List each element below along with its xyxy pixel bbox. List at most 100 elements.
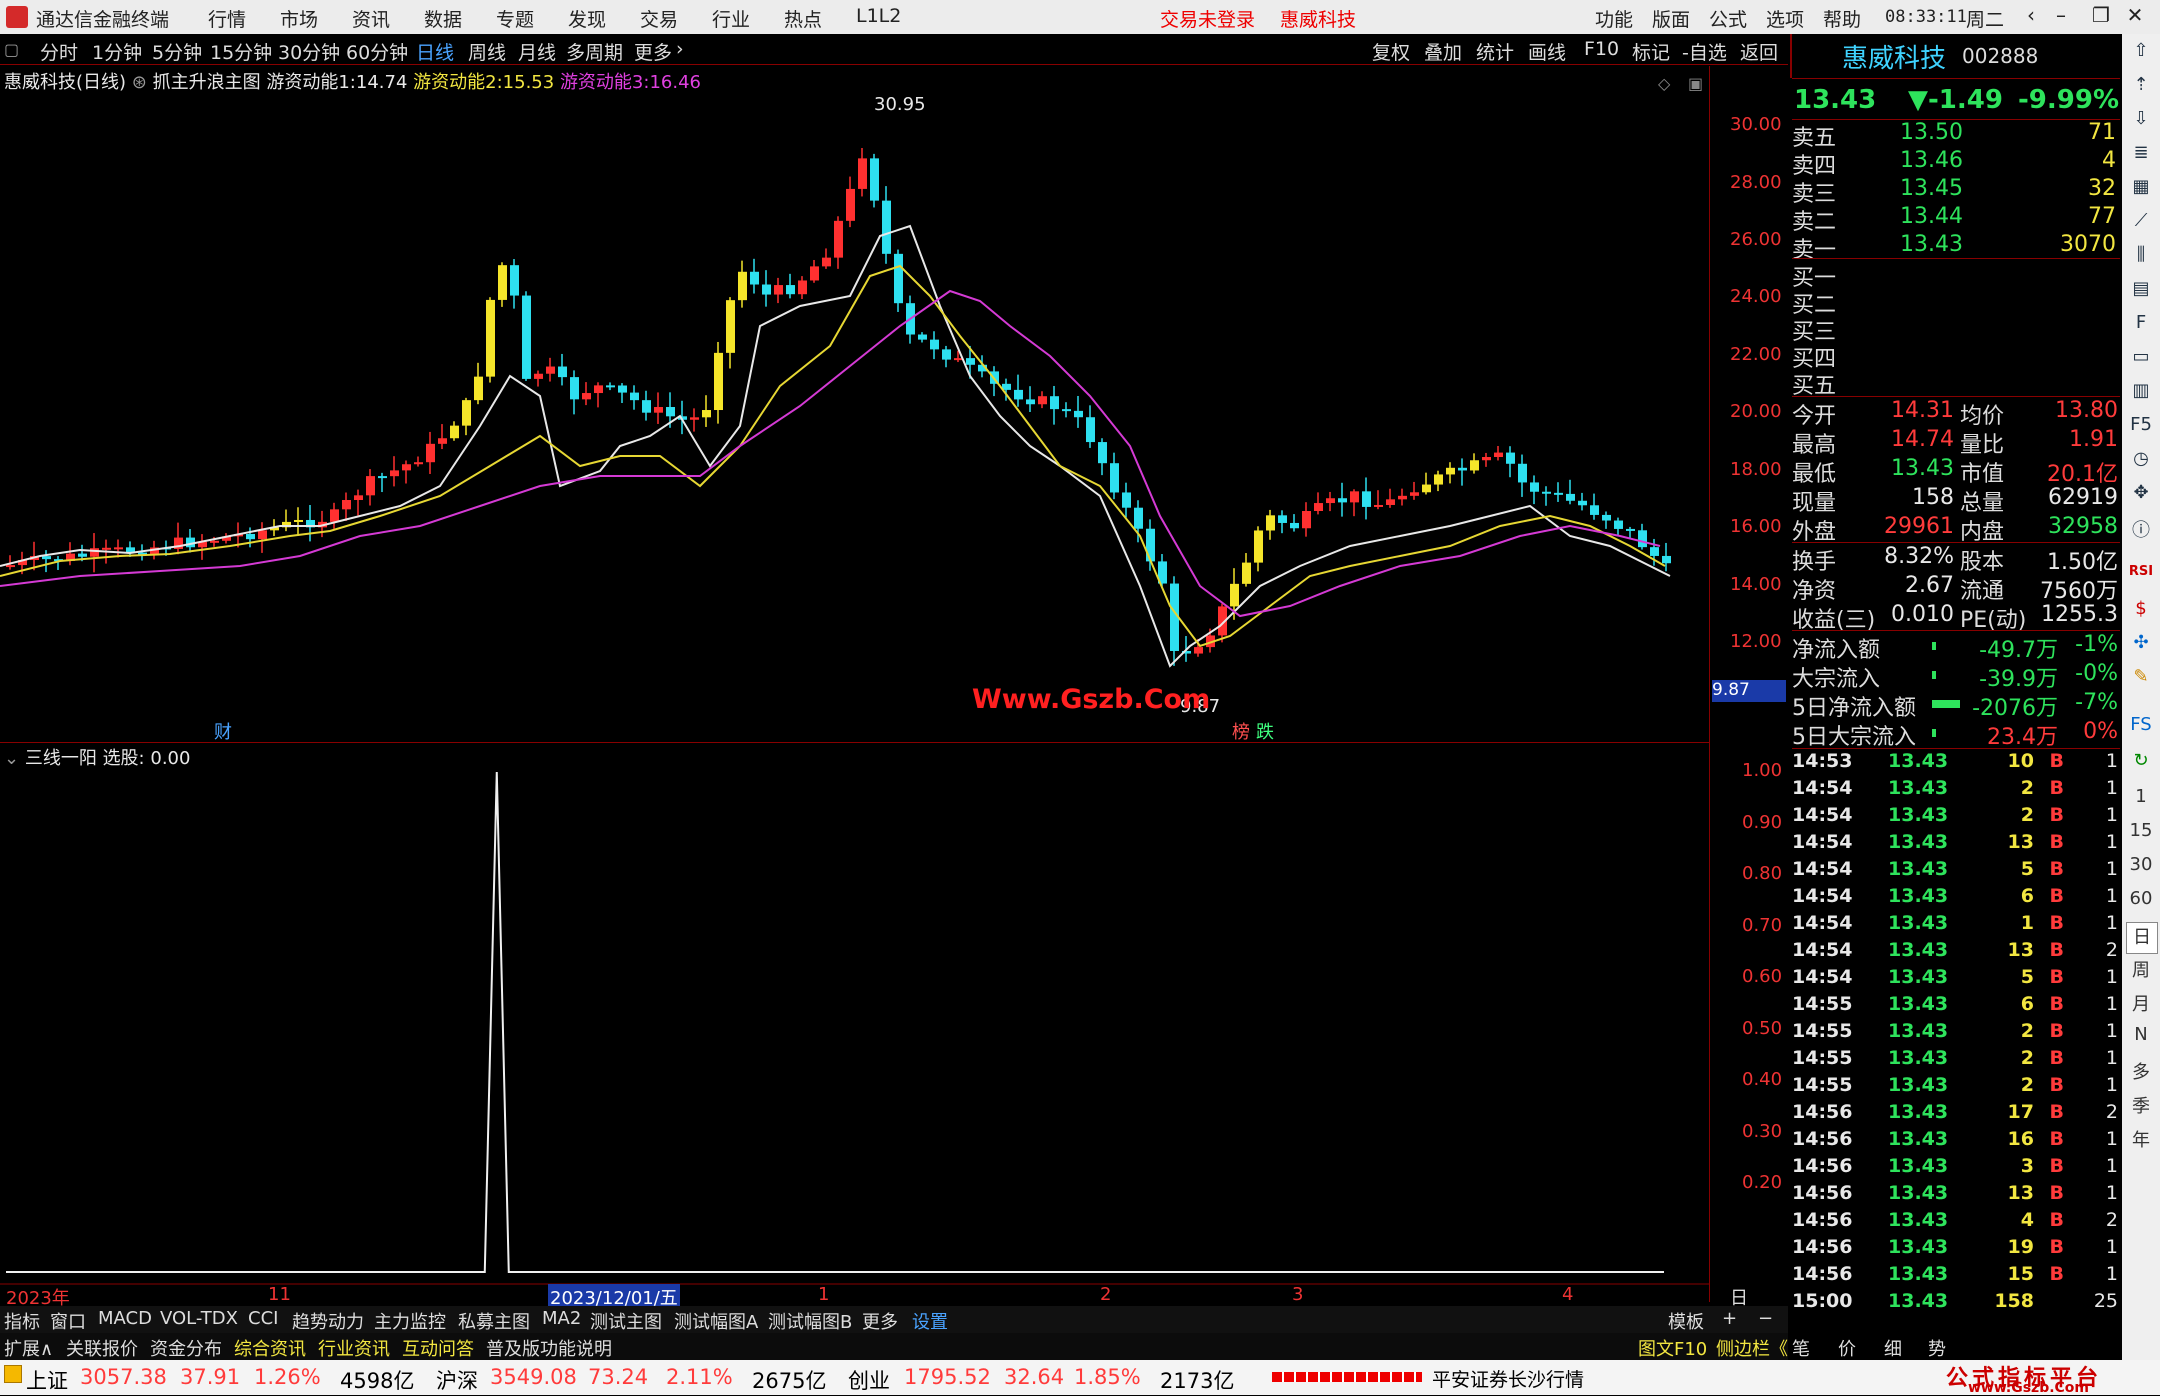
tick-row[interactable]: 14:53 13.43 10 B 1 [1792, 750, 2122, 777]
tab[interactable]: 资金分布 [150, 1335, 222, 1361]
fall-marker[interactable]: 跌 [1256, 718, 1274, 744]
period-tab[interactable]: 分时 [40, 38, 78, 65]
tab[interactable]: 测试主图 [590, 1308, 662, 1334]
indicator-subchart[interactable]: ⌄ 三线一阳 选股: 0.00 1.00 0.90 0.80 0.70 0.60… [0, 742, 1782, 1335]
tick-row[interactable]: 14:56 13.43 13 B 1 [1792, 1182, 2122, 1209]
plus-icon[interactable]: + [1722, 1308, 1737, 1329]
news-icon[interactable]: ▥ [2126, 380, 2156, 410]
period-tab-active[interactable]: 日线 [416, 38, 454, 65]
info-icon[interactable]: ⓘ [2126, 516, 2156, 546]
tick-row[interactable]: 14:56 13.43 3 B 1 [1792, 1155, 2122, 1182]
period-tab[interactable]: 更多 [634, 38, 672, 65]
template-button[interactable]: 模板 [1668, 1308, 1704, 1334]
rank-marker[interactable]: 榜 [1232, 718, 1250, 744]
tab[interactable]: 普及版功能说明 [486, 1335, 612, 1361]
f5-icon[interactable]: F5 [2126, 414, 2156, 444]
sidebar-period[interactable]: 30 [2126, 854, 2156, 884]
sidebar-period[interactable]: N [2126, 1024, 2156, 1054]
toolbar-button[interactable]: 统计 [1476, 38, 1514, 65]
tick-row[interactable]: 14:55 13.43 6 B 1 [1792, 993, 2122, 1020]
bid-row[interactable]: 买一 [1792, 260, 2122, 291]
menu-item[interactable]: 选项 [1766, 5, 1804, 32]
sidebar-period-active[interactable]: 日 [2126, 922, 2158, 954]
line-chart-icon[interactable]: ⟋ [2126, 210, 2156, 240]
menu-item[interactable]: 版面 [1652, 5, 1690, 32]
fs-icon[interactable]: FS [2126, 714, 2156, 744]
tick-row[interactable]: 14:54 13.43 5 B 1 [1792, 858, 2122, 885]
menu-item[interactable]: 帮助 [1823, 5, 1861, 32]
toolbar-button[interactable]: 标记 [1632, 38, 1670, 65]
collapse-icon[interactable]: ▢ [4, 40, 19, 59]
minus-icon[interactable]: − [1758, 1308, 1773, 1329]
tab[interactable]: VOL-TDX [160, 1308, 238, 1329]
tab[interactable]: 窗口 [50, 1308, 86, 1334]
tab[interactable]: 主力监控 [374, 1308, 446, 1334]
sidebar-period[interactable]: 月 [2126, 990, 2156, 1020]
chevron-right-icon[interactable]: › [676, 38, 684, 60]
period-tab[interactable]: 5分钟 [152, 38, 202, 65]
menu-item[interactable]: L1L2 [856, 5, 901, 27]
tab-settings[interactable]: 设置 [912, 1308, 948, 1334]
ask-row[interactable]: 卖二 13.44 77 [1792, 204, 2122, 235]
menu-item[interactable]: 资讯 [352, 5, 390, 32]
toolbar-button[interactable]: -自选 [1682, 38, 1727, 65]
tick-row[interactable]: 14:56 13.43 19 B 1 [1792, 1236, 2122, 1263]
bid-row[interactable]: 买三 [1792, 314, 2122, 345]
sidebar-period[interactable]: 15 [2126, 820, 2156, 850]
sidebar-period[interactable]: 周 [2126, 956, 2156, 986]
restore-icon[interactable]: ❐ [2086, 3, 2116, 31]
tab[interactable]: 行业资讯 [318, 1335, 390, 1361]
toolbar-button[interactable]: 叠加 [1424, 38, 1462, 65]
tab[interactable]: 指标 [4, 1308, 40, 1334]
trend-tab[interactable]: 势 [1928, 1335, 1946, 1361]
bid-row[interactable]: 买五 [1792, 368, 2122, 399]
menu-item[interactable]: 热点 [784, 5, 822, 32]
window-icon[interactable]: ▣ [1688, 74, 1703, 93]
tick-row[interactable]: 14:55 13.43 2 B 1 [1792, 1020, 2122, 1047]
dollar-icon[interactable]: $ [2126, 598, 2156, 628]
period-tab[interactable]: 周线 [468, 38, 506, 65]
menu-item[interactable]: 行业 [712, 5, 750, 32]
period-tab[interactable]: 1分钟 [92, 38, 142, 65]
tab[interactable]: 更多 [862, 1308, 898, 1334]
toolbar-button[interactable]: 复权 [1372, 38, 1410, 65]
rsi-icon[interactable]: RSI [2126, 564, 2156, 594]
tab[interactable]: CCI [248, 1308, 278, 1329]
login-status[interactable]: 交易未登录 [1160, 5, 1255, 32]
sidebar-period[interactable]: 多 [2126, 1058, 2156, 1088]
grid-icon[interactable]: ▦ [2126, 176, 2156, 206]
period-tab[interactable]: 30分钟 [278, 38, 340, 65]
sidebar-period[interactable]: 年 [2126, 1126, 2156, 1156]
menu-item[interactable]: 专题 [496, 5, 534, 32]
tick-tab[interactable]: 笔 [1792, 1335, 1810, 1361]
tick-row[interactable]: 14:54 13.43 2 B 1 [1792, 777, 2122, 804]
finance-marker[interactable]: 财 [214, 718, 232, 744]
ask-row[interactable]: 卖一 13.43 3070 [1792, 232, 2122, 263]
tab[interactable]: 互动问答 [402, 1335, 474, 1361]
arrow-down-icon[interactable]: ⇩ [2126, 108, 2156, 138]
refresh-icon[interactable]: ↻ [2126, 750, 2156, 780]
back-icon[interactable]: ‹ [2016, 3, 2046, 31]
detail-tab[interactable]: 细 [1884, 1335, 1902, 1361]
ask-row[interactable]: 卖四 13.46 4 [1792, 148, 2122, 179]
price-tab[interactable]: 价 [1838, 1335, 1856, 1361]
tick-row[interactable]: 14:56 13.43 16 B 1 [1792, 1128, 2122, 1155]
toolbar-button[interactable]: 画线 [1528, 38, 1566, 65]
tab[interactable]: 测试幅图B [768, 1308, 852, 1334]
tab[interactable]: 关联报价 [66, 1335, 138, 1361]
arrow-up-icon[interactable]: ⇧ [2126, 40, 2156, 70]
tick-row[interactable]: 14:56 13.43 4 B 2 [1792, 1209, 2122, 1236]
period-tab[interactable]: 60分钟 [346, 38, 408, 65]
tick-row[interactable]: 14:54 13.43 13 B 1 [1792, 831, 2122, 858]
period-tab[interactable]: 15分钟 [210, 38, 272, 65]
menu-item[interactable]: 发现 [568, 5, 606, 32]
tick-row[interactable]: 14:54 13.43 13 B 2 [1792, 939, 2122, 966]
bid-row[interactable]: 买二 [1792, 287, 2122, 318]
list-icon[interactable]: ≣ [2126, 142, 2156, 172]
tick-row[interactable]: 15:00 13.43 158 25 [1792, 1290, 2122, 1317]
tab[interactable]: MACD [98, 1308, 152, 1329]
sidebar-period[interactable]: 60 [2126, 888, 2156, 918]
table-icon[interactable]: ▤ [2126, 278, 2156, 308]
clock-icon[interactable]: ◷ [2126, 448, 2156, 478]
move-icon[interactable]: ✣ [2126, 632, 2156, 662]
